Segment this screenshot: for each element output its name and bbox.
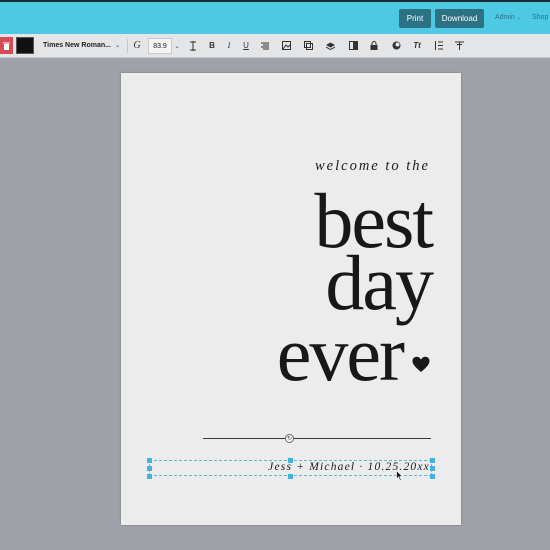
layers-icon[interactable] xyxy=(323,37,337,54)
effects-icon[interactable] xyxy=(389,37,403,54)
chevron-down-icon[interactable]: ⌄ xyxy=(172,37,182,54)
design-canvas[interactable]: welcome to the best day ever ↻ Jess + Mi… xyxy=(121,73,461,525)
resize-handle[interactable] xyxy=(147,458,152,463)
resize-handle[interactable] xyxy=(430,466,435,471)
text-color-swatch[interactable] xyxy=(16,37,34,54)
resize-handle[interactable] xyxy=(430,458,435,463)
signature-text[interactable]: Jess + Michael · 10.25.20xx xyxy=(268,461,430,473)
font-style-icon[interactable]: G xyxy=(130,37,144,54)
shop-menu-label: Shop xyxy=(532,14,549,21)
font-size-input[interactable]: 83.9 xyxy=(148,38,172,54)
toolbar-divider xyxy=(127,39,128,53)
welcome-text[interactable]: welcome to the xyxy=(315,158,430,175)
image-icon[interactable] xyxy=(279,37,293,54)
font-family-select[interactable]: Times New Roman... ⌄ xyxy=(38,37,124,54)
admin-menu-label: Admin xyxy=(495,14,515,21)
trash-icon[interactable] xyxy=(0,37,13,54)
top-bar: Print Download Admin ⌄ Shop xyxy=(0,2,550,34)
spacing-icon[interactable] xyxy=(431,37,445,54)
shop-menu[interactable]: Shop xyxy=(532,14,548,21)
heart-icon[interactable] xyxy=(412,356,430,374)
divider-line[interactable] xyxy=(203,438,431,439)
print-button[interactable]: Print xyxy=(399,9,431,28)
text-transform-icon[interactable]: Tt xyxy=(410,37,424,54)
chevron-down-icon: ⌄ xyxy=(516,15,522,21)
align-icon[interactable] xyxy=(258,37,272,54)
resize-handle[interactable] xyxy=(430,474,435,479)
text-toolbar: Times New Roman... ⌄ G 83.9 ⌄ B I U Tt xyxy=(0,34,550,58)
resize-handle[interactable] xyxy=(288,474,293,479)
admin-menu[interactable]: Admin ⌄ xyxy=(495,14,522,21)
bring-forward-icon[interactable] xyxy=(346,37,360,54)
chevron-down-icon: ⌄ xyxy=(114,43,120,49)
bold-icon[interactable]: B xyxy=(205,37,219,54)
mouse-cursor-icon xyxy=(396,470,403,481)
rotate-handle-icon[interactable]: ↻ xyxy=(285,434,294,443)
underline-icon[interactable]: U xyxy=(239,37,253,54)
lock-icon[interactable] xyxy=(367,37,381,54)
headline-ever[interactable]: ever xyxy=(277,315,405,393)
line-height-icon[interactable] xyxy=(186,37,200,54)
italic-icon[interactable]: I xyxy=(222,37,236,54)
align-top-icon[interactable] xyxy=(452,37,466,54)
font-family-value: Times New Roman... xyxy=(43,42,111,49)
duplicate-icon[interactable] xyxy=(301,37,315,54)
resize-handle[interactable] xyxy=(147,466,152,471)
resize-handle[interactable] xyxy=(147,474,152,479)
download-button[interactable]: Download xyxy=(435,9,484,28)
